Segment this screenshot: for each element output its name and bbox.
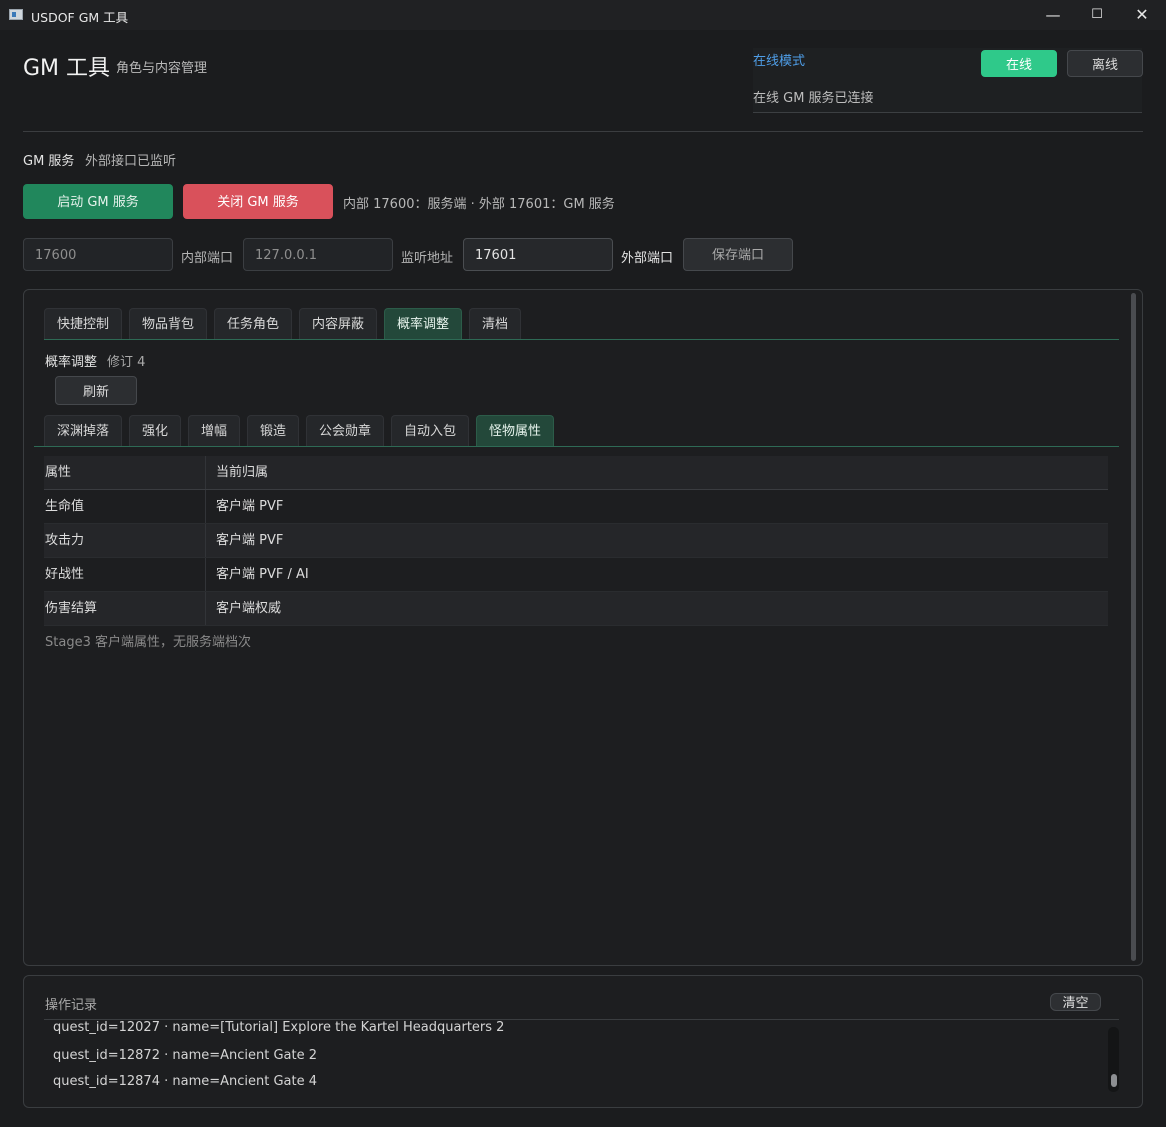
stop-gm-service-button[interactable]: 关闭 GM 服务: [183, 184, 333, 219]
main-scrollbar[interactable]: [1131, 293, 1136, 961]
mode-status: 在线 GM 服务已连接: [753, 91, 874, 106]
listen-address-input[interactable]: 127.0.0.1: [243, 238, 393, 271]
section-revision: 修订 4: [107, 355, 146, 370]
offline-button[interactable]: 离线: [1067, 50, 1143, 77]
table-row[interactable]: 伤害结算 客户端权威: [44, 592, 1108, 626]
refresh-button[interactable]: 刷新: [55, 376, 137, 405]
listen-address-label: 监听地址: [401, 251, 454, 266]
cell-owner: 客户端权威: [216, 601, 282, 616]
save-port-button[interactable]: 保存端口: [683, 238, 793, 271]
log-scrollbar-thumb[interactable]: [1111, 1074, 1117, 1087]
table-row[interactable]: 攻击力 客户端 PVF: [44, 524, 1108, 558]
tab-clear-save[interactable]: 清档: [469, 308, 521, 339]
external-port-input[interactable]: 17601: [463, 238, 613, 271]
table-row[interactable]: 好战性 客户端 PVF / AI: [44, 558, 1108, 592]
attribute-table: 属性 当前归属 生命值 客户端 PVF 攻击力 客户端 PVF 好战性 客户端 …: [44, 456, 1108, 626]
window-title: USDOF GM 工具: [31, 10, 129, 25]
tab-underline: [44, 339, 1119, 340]
log-line: quest_id=12874 · name=Ancient Gate 4: [53, 1074, 318, 1089]
title-bar: [0, 0, 1166, 30]
header-current-owner: 当前归属: [216, 465, 269, 480]
tab-quest-character[interactable]: 任务角色: [214, 308, 292, 339]
subtab-amplify[interactable]: 增幅: [188, 415, 240, 446]
close-button[interactable]: ✕: [1119, 0, 1165, 30]
subtab-guild-medal[interactable]: 公会勋章: [306, 415, 384, 446]
log-title: 操作记录: [45, 998, 98, 1013]
header-attribute: 属性: [45, 456, 206, 489]
app-icon: [9, 9, 23, 20]
log-divider: [44, 1019, 1119, 1020]
internal-port-label: 内部端口: [181, 251, 234, 266]
log-line: quest_id=12872 · name=Ancient Gate 2: [53, 1048, 318, 1063]
page-subtitle: 角色与内容管理: [116, 61, 208, 76]
header-divider: [23, 131, 1143, 132]
subtab-auto-pickup[interactable]: 自动入包: [391, 415, 469, 446]
minimize-button[interactable]: —: [1030, 0, 1076, 30]
online-button[interactable]: 在线: [981, 50, 1057, 77]
table-note: Stage3 客户端属性，无服务端档次: [45, 635, 251, 650]
clear-log-button[interactable]: 清空: [1050, 993, 1101, 1011]
subtab-forge[interactable]: 锻造: [247, 415, 299, 446]
tab-quick-control[interactable]: 快捷控制: [44, 308, 122, 339]
tab-content-block[interactable]: 内容屏蔽: [299, 308, 377, 339]
cell-attribute: 生命值: [45, 490, 206, 523]
cell-attribute: 攻击力: [45, 524, 206, 557]
cell-owner: 客户端 PVF / AI: [216, 567, 309, 582]
cell-owner: 客户端 PVF: [216, 499, 284, 514]
page-title: GM 工具: [23, 56, 111, 81]
maximize-button[interactable]: ☐: [1074, 0, 1120, 30]
internal-port-input[interactable]: 17600: [23, 238, 173, 271]
section-title: 概率调整: [45, 355, 98, 370]
tab-item-inventory[interactable]: 物品背包: [129, 308, 207, 339]
main-panel: [23, 289, 1143, 966]
cell-attribute: 伤害结算: [45, 592, 206, 625]
cell-attribute: 好战性: [45, 558, 206, 591]
log-line: quest_id=12027 · name=[Tutorial] Explore…: [53, 1021, 505, 1035]
mode-label: 在线模式: [753, 54, 806, 69]
start-gm-service-button[interactable]: 启动 GM 服务: [23, 184, 173, 219]
external-port-label: 外部端口: [621, 251, 674, 266]
subtab-underline: [34, 446, 1119, 447]
subtab-enhance[interactable]: 强化: [129, 415, 181, 446]
port-description: 内部 17600：服务端 · 外部 17601：GM 服务: [343, 197, 615, 212]
subtab-monster-attributes[interactable]: 怪物属性: [476, 415, 554, 446]
gm-service-status: 外部接口已监听: [85, 154, 177, 169]
gm-service-label: GM 服务: [23, 154, 75, 169]
log-list[interactable]: quest_id=12027 · name=[Tutorial] Explore…: [44, 1021, 1104, 1101]
table-row[interactable]: 生命值 客户端 PVF: [44, 490, 1108, 524]
subtab-abyss-drop[interactable]: 深渊掉落: [44, 415, 122, 446]
cell-owner: 客户端 PVF: [216, 533, 284, 548]
tab-probability[interactable]: 概率调整: [384, 308, 462, 339]
table-header-row: 属性 当前归属: [44, 456, 1108, 490]
